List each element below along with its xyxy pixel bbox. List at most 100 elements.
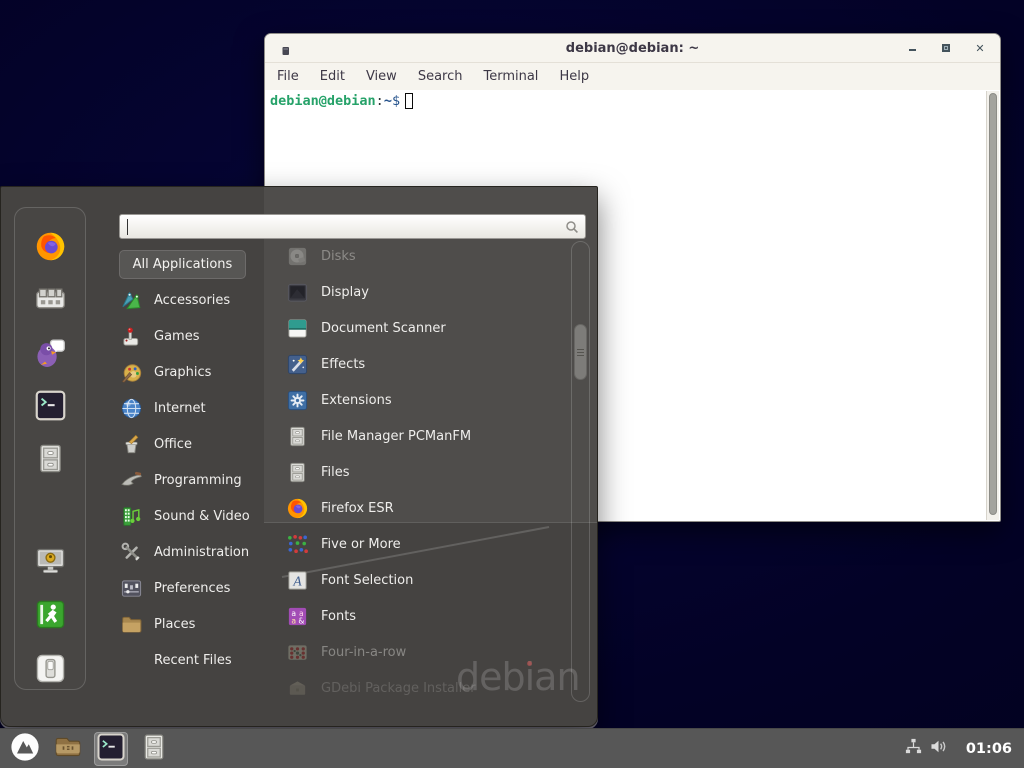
menu-scrollbar[interactable] [571,241,590,702]
category-item-office[interactable]: Office [119,426,279,462]
favorite-firefox[interactable] [32,230,68,266]
category-item-recent-files[interactable]: Recent Files [119,642,279,678]
shut-down-button[interactable] [32,652,68,688]
text-caret [127,219,128,235]
taskbar: 01:06 [0,728,1024,768]
administration-icon [119,540,143,564]
favorite-terminal[interactable] [32,389,68,425]
lock-screen-icon [34,544,67,581]
close-button[interactable]: ✕ [974,42,986,54]
fonts-icon: aaa& [285,604,309,628]
network-tray-icon[interactable] [904,739,923,758]
category-item-programming[interactable]: Programming [119,462,279,498]
firefox-icon [285,496,309,520]
svg-text:a: a [291,616,296,625]
category-item-places[interactable]: Places [119,606,279,642]
app-item-files[interactable]: Files [285,454,565,490]
cabinet-icon [139,732,169,766]
graphics-icon [119,360,143,384]
category-item-accessories[interactable]: Accessories [119,282,279,318]
gdebi-icon [285,676,309,700]
favorite-menu-editor[interactable] [32,283,68,319]
font-selection-icon: A [285,568,309,592]
app-item-four-in-a-row: Four-in-a-row [285,634,565,670]
app-item-five-or-more[interactable]: Five or More [285,526,565,562]
terminal-window-button[interactable] [94,732,128,766]
app-item-file-manager-pcmanfm[interactable]: File Manager PCManFM [285,418,565,454]
shutdown-icon [34,652,67,689]
firefox-icon [34,230,67,267]
log-out-button[interactable] [32,598,68,634]
minimize-button[interactable] [906,42,918,54]
category-item-preferences[interactable]: Preferences [119,570,279,606]
cabinet-icon [34,442,67,479]
terminal-menu-terminal[interactable]: Terminal [483,69,538,84]
terminal-cursor [405,93,413,109]
logout-icon [34,598,67,635]
cabinet-icon [285,424,309,448]
tb-folder-icon [53,732,83,766]
terminal-menu-file[interactable]: File [277,69,299,84]
network-icon [904,737,923,760]
app-item-document-scanner[interactable]: Document Scanner [285,310,565,346]
display-icon [285,280,309,304]
sound-video-icon [119,504,143,528]
search-input[interactable] [120,215,585,238]
office-icon [119,432,143,456]
terminal-menu-edit[interactable]: Edit [320,69,345,84]
app-item-firefox-esr[interactable]: Firefox ESR [285,490,565,526]
accessories-icon [119,288,143,312]
taskbar-launchers [8,732,171,766]
terminal-scrollbar-thumb[interactable] [989,93,997,515]
app-list: DisksDisplayDocument ScannerEffectsExten… [285,238,565,706]
app-item-fonts[interactable]: aaa&Fonts [285,598,565,634]
svg-text:&: & [298,616,304,625]
programming-icon [119,468,143,492]
prompt-user-host: debian@debian [270,93,376,109]
file-cabinet-launcher[interactable] [137,732,171,766]
favorites-sidebar [14,207,86,690]
four-in-a-row-icon [285,640,309,664]
five-or-more-icon [285,532,309,556]
app-item-disks: Disks [285,238,565,274]
app-item-font-selection[interactable]: AFont Selection [285,562,565,598]
file-manager-launcher[interactable] [51,732,85,766]
app-item-extensions[interactable]: Extensions [285,382,565,418]
volume-icon [929,737,948,760]
terminal-menubar: File Edit View Search Terminal Help [265,63,1000,90]
disks-icon [285,244,309,268]
preferences-icon [119,576,143,600]
games-icon [119,324,143,348]
terminal-menu-search[interactable]: Search [418,69,463,84]
favorite-launchers [15,230,85,478]
category-item-games[interactable]: Games [119,318,279,354]
app-item-display[interactable]: Display [285,274,565,310]
menu-search[interactable] [119,214,586,239]
category-item-internet[interactable]: Internet [119,390,279,426]
internet-icon [119,396,143,420]
system-tray [901,739,951,758]
session-buttons [15,544,85,688]
category-item-sound-video[interactable]: Sound & Video [119,498,279,534]
lock-screen-button[interactable] [32,544,68,580]
volume-tray-icon[interactable] [929,739,948,758]
category-list: AccessoriesGamesGraphicsInternetOfficePr… [119,282,279,678]
cabinet-icon [285,460,309,484]
terminal-prompt: debian@debian:~$ [270,93,413,109]
clock[interactable]: 01:06 [966,741,1012,757]
terminal-menu-view[interactable]: View [366,69,397,84]
menu-scrollbar-thumb[interactable] [574,324,587,380]
terminal-icon [96,732,126,766]
favorite-file-manager[interactable] [32,442,68,478]
category-all-applications[interactable]: All Applications [119,250,246,279]
terminal-scrollbar[interactable] [986,91,999,520]
app-item-effects[interactable]: Effects [285,346,565,382]
terminal-titlebar[interactable]: debian@debian: ~ ✕ [265,34,1000,63]
maximize-button[interactable] [940,42,952,54]
svg-text:A: A [292,573,302,588]
menu-button[interactable] [8,732,42,766]
category-item-administration[interactable]: Administration [119,534,279,570]
favorite-pidgin[interactable] [32,336,68,372]
category-item-graphics[interactable]: Graphics [119,354,279,390]
terminal-menu-help[interactable]: Help [559,69,589,84]
